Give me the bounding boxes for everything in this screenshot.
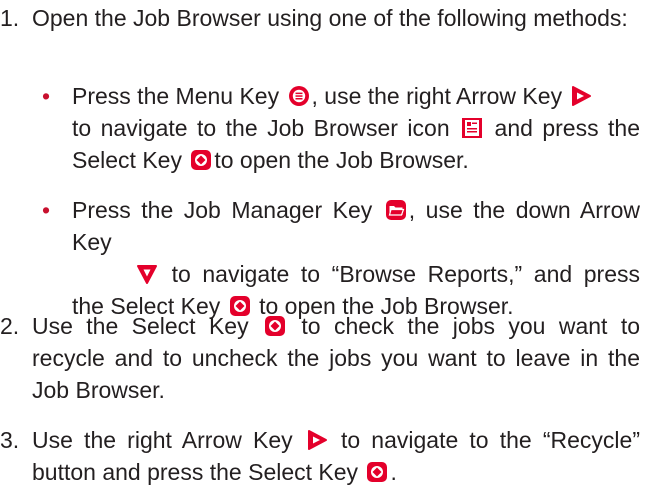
down-arrow-key-icon <box>136 263 158 285</box>
step-number: 1. <box>0 5 20 31</box>
step-number: 3. <box>0 427 20 453</box>
bullet-marker: • <box>42 197 51 223</box>
job-browser-icon <box>461 117 483 139</box>
step-1: 1. Open the Job Browser using one of the… <box>0 2 640 34</box>
step-text: Use the Select Key to check the jobs you… <box>32 310 640 406</box>
step-text: Open the Job Browser using one of the fo… <box>32 5 628 31</box>
select-key-icon <box>190 149 212 171</box>
step-text-part: Use the right Arrow Key <box>32 427 293 453</box>
bullet-text-part: , use the right Arrow Key <box>311 83 563 109</box>
bullet-text-part: to navigate to the Job Browser icon <box>72 115 450 141</box>
bullet-text: Press the Menu Key , use the right Arrow… <box>72 80 640 176</box>
select-key-icon <box>366 461 388 483</box>
step-2: 2. Use the Select Key to check the jobs … <box>0 310 640 406</box>
bullet-text-part: Press the Job Manager Key <box>72 197 373 223</box>
bullet-text-part: to open the Job Browser. <box>214 147 469 173</box>
instructions-document: 1. Open the Job Browser using one of the… <box>0 0 647 503</box>
step-text: Use the right Arrow Key to navigate to t… <box>32 424 640 488</box>
bullet-marker: • <box>42 83 51 109</box>
step-3: 3. Use the right Arrow Key to navigate t… <box>0 424 640 488</box>
right-arrow-key-icon <box>306 429 328 451</box>
select-key-icon <box>264 315 286 337</box>
step-text-part: . <box>390 459 397 485</box>
bullet-text-part: Press the Menu Key <box>72 83 280 109</box>
step-number: 2. <box>0 313 20 339</box>
step-text-part: Use the Select Key <box>32 313 249 339</box>
right-arrow-key-icon <box>570 85 592 107</box>
bullet-menu-method: • Press the Menu Key , use the right Arr… <box>42 80 640 176</box>
bullet-job-manager-method: • Press the Job Manager Key , use the do… <box>42 194 640 322</box>
bullet-text: Press the Job Manager Key , use the down… <box>72 194 640 322</box>
job-manager-key-icon <box>385 199 407 221</box>
menu-key-icon <box>288 85 310 107</box>
